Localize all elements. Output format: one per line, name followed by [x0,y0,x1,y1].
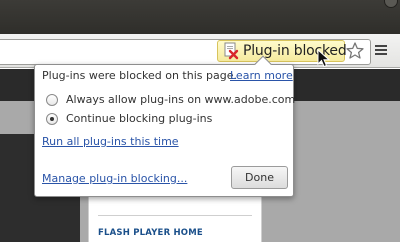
manage-plugin-blocking-link[interactable]: Manage plug-in blocking... [42,172,187,185]
menu-icon[interactable] [374,43,388,59]
continue-blocking-radio[interactable] [46,113,58,125]
window-titlebar [0,0,400,34]
mouse-cursor-icon [317,48,331,69]
done-button[interactable]: Done [231,166,288,189]
page-card: FLASH PLAYER HOME [88,196,262,242]
always-allow-label[interactable]: Always allow plug-ins on www.adobe.com [66,93,295,106]
plugin-blocked-icon [222,42,240,60]
continue-blocking-label[interactable]: Continue blocking plug-ins [66,112,212,125]
radio-selected-dot [50,117,54,121]
bookmark-star-icon[interactable] [345,41,365,61]
page-card-divider [98,215,252,216]
flash-player-home-link[interactable]: FLASH PLAYER HOME [98,228,203,238]
window-close-button[interactable] [384,0,398,8]
run-all-plugins-link[interactable]: Run all plug-ins this time [42,135,179,148]
always-allow-radio[interactable] [46,94,58,106]
learn-more-link[interactable]: Learn more [230,69,293,82]
bubble-heading: Plug-ins were blocked on this page. [42,69,237,82]
plugin-blocked-bubble: Plug-ins were blocked on this page. Lear… [34,55,295,197]
